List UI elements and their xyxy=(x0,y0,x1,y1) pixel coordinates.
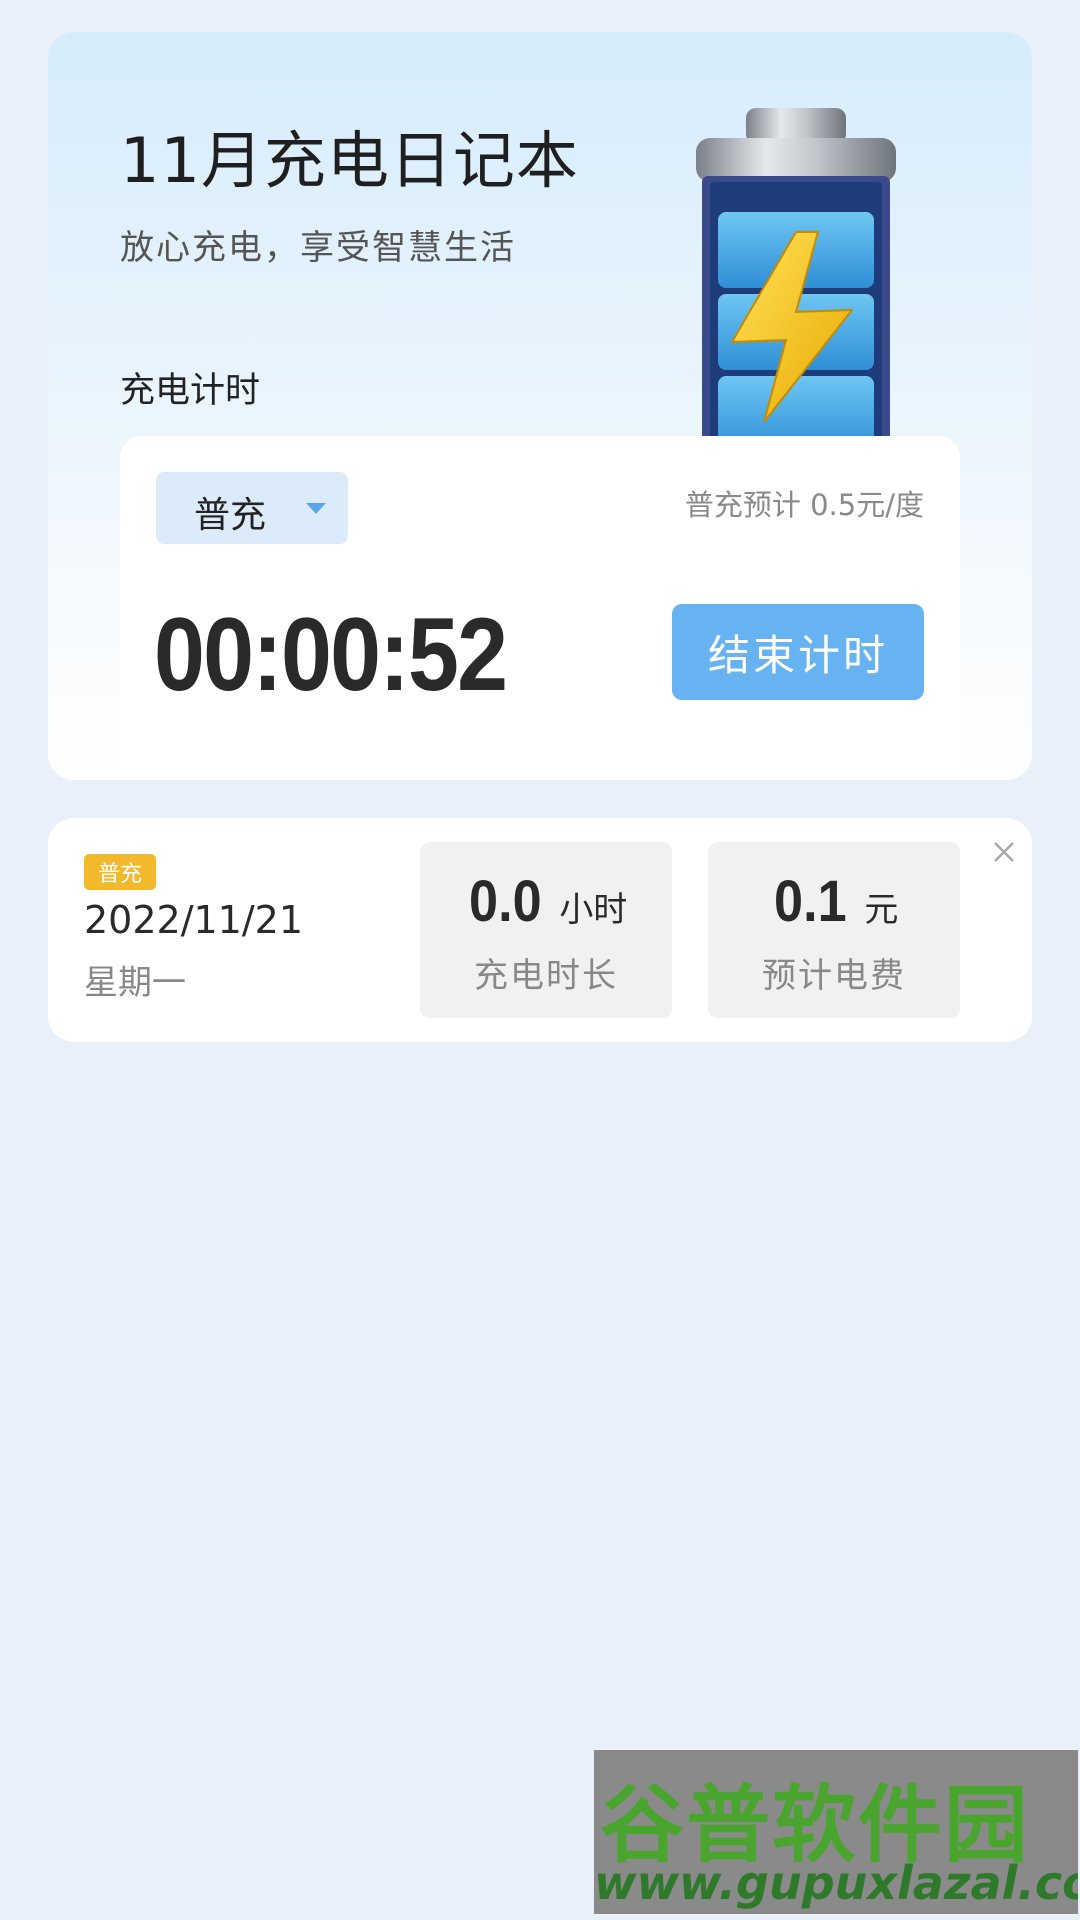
chevron-down-icon xyxy=(306,503,326,514)
watermark: 谷普软件园 www.gupuxlazal.com xyxy=(594,1750,1078,1914)
mode-label: 普充 xyxy=(194,495,267,536)
cost-unit: 元 xyxy=(864,890,899,930)
record-weekday: 星期一 xyxy=(84,963,186,1003)
price-note: 普充预计 0.5元/度 xyxy=(684,488,924,522)
cost-caption: 预计电费 xyxy=(762,956,906,996)
duration-caption: 充电时长 xyxy=(474,956,618,996)
mode-badge: 普充 xyxy=(84,854,156,890)
page-title: 11月充电日记本 xyxy=(120,124,579,197)
duration-stat: 0.0 小时 充电时长 xyxy=(420,842,672,1018)
close-icon[interactable] xyxy=(990,838,1018,866)
record-date: 2022/11/21 xyxy=(84,898,304,942)
watermark-url: www.gupuxlazal.com xyxy=(594,1856,1078,1910)
charge-record-card[interactable]: 普充 2022/11/21 星期一 0.0 小时 充电时长 0.1 元 预计电费 xyxy=(48,818,1032,1042)
duration-value: 0.0 xyxy=(468,869,542,934)
mode-dropdown[interactable]: 普充 xyxy=(156,472,348,544)
elapsed-time: 00:00:52 xyxy=(154,597,508,713)
section-label: 充电计时 xyxy=(120,371,261,411)
end-timer-button[interactable]: 结束计时 xyxy=(672,604,924,700)
cost-value: 0.1 xyxy=(773,869,847,934)
page-subtitle: 放心充电，享受智慧生活 xyxy=(120,228,516,268)
duration-unit: 小时 xyxy=(559,890,628,930)
battery-icon xyxy=(696,108,896,472)
timer-card: 11月充电日记本 放心充电，享受智慧生活 充电计时 普充 普充预计 0.5元/度… xyxy=(48,32,1032,780)
cost-stat: 0.1 元 预计电费 xyxy=(708,842,960,1018)
timer-panel: 普充 普充预计 0.5元/度 00:00:52 结束计时 xyxy=(120,436,960,780)
